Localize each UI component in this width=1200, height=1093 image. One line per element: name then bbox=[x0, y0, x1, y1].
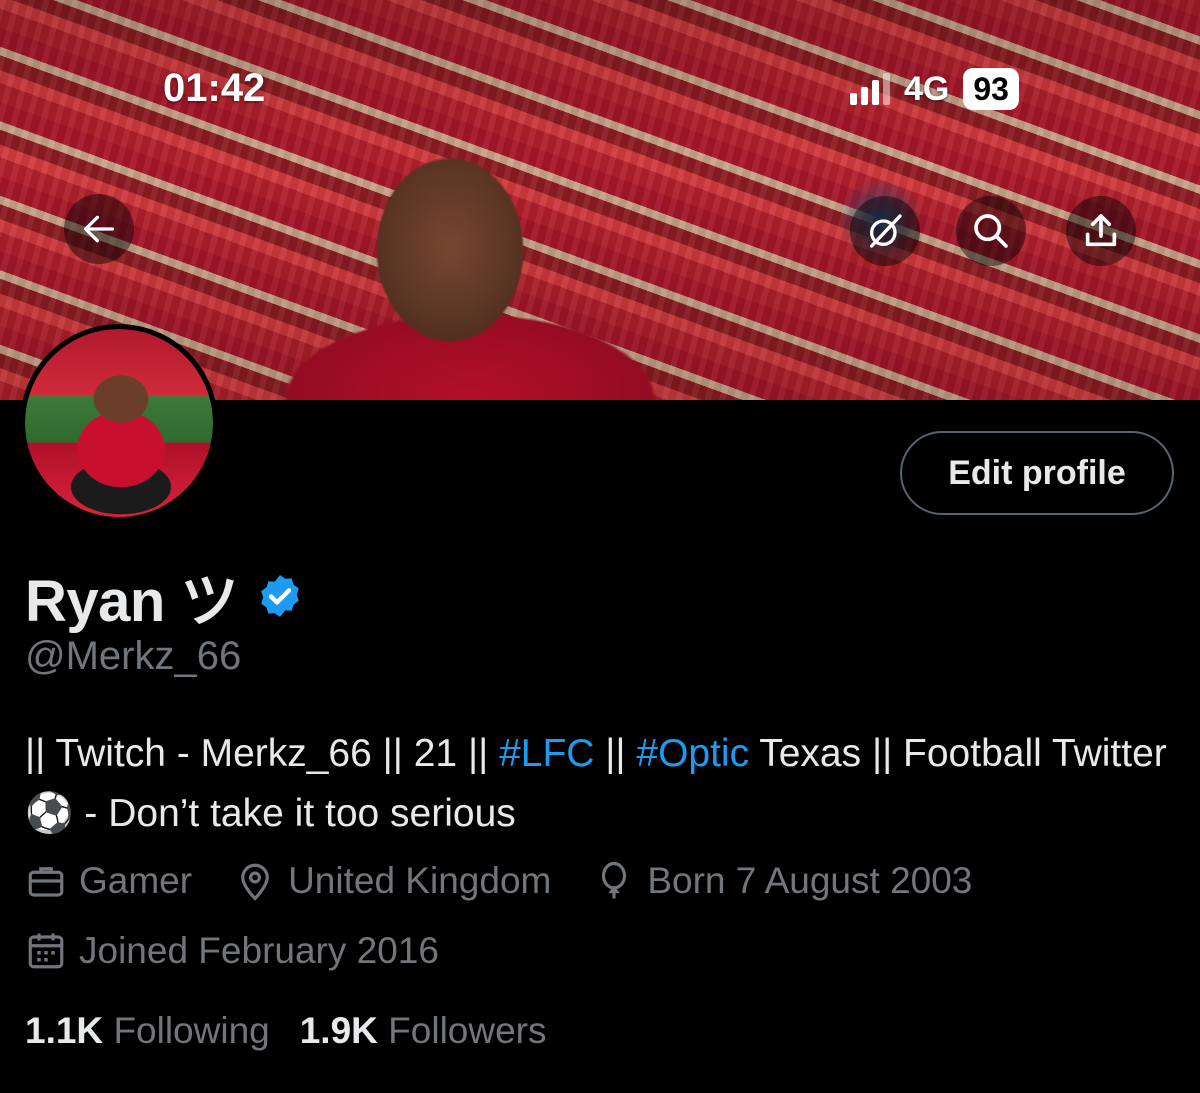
calendar-icon bbox=[28, 933, 64, 969]
grok-button[interactable] bbox=[850, 196, 920, 266]
follow-stats: 1.1K Following 1.9K Followers bbox=[25, 1010, 577, 1052]
display-name: Ryan ツ bbox=[25, 569, 238, 634]
following-link[interactable]: 1.1K Following bbox=[25, 1010, 270, 1052]
search-button[interactable] bbox=[956, 196, 1026, 266]
avatar-image bbox=[25, 329, 213, 517]
joined-text: Joined February 2016 bbox=[79, 930, 439, 971]
grok-icon bbox=[870, 214, 902, 248]
followers-count: 1.9K bbox=[299, 1010, 378, 1051]
birthday-text: Born 7 August 2003 bbox=[647, 860, 973, 901]
profile-banner[interactable] bbox=[0, 0, 1200, 400]
hashtag-link[interactable]: #Optic bbox=[636, 732, 749, 775]
following-count: 1.1K bbox=[25, 1010, 104, 1051]
search-icon bbox=[974, 214, 1008, 248]
joined-row: Joined February 2016 bbox=[25, 930, 481, 972]
share-icon bbox=[1085, 214, 1117, 247]
battery-level: 93 bbox=[963, 68, 1019, 110]
display-name-row: Ryan ツ bbox=[25, 554, 304, 638]
location-text: United Kingdom bbox=[288, 860, 552, 901]
status-indicators: 4G 93 bbox=[850, 68, 1019, 110]
bio-text: || Twitch - Merkz_66 || 21 || bbox=[25, 732, 500, 775]
edit-profile-button[interactable]: Edit profile bbox=[900, 431, 1174, 515]
joined-item: Joined February 2016 bbox=[25, 930, 439, 972]
hashtag-link[interactable]: #LFC bbox=[499, 732, 594, 775]
profile-meta-row: Gamer United Kingdom Born 7 August 2003 bbox=[25, 860, 1014, 902]
category-item: Gamer bbox=[25, 860, 192, 902]
followers-label: Followers bbox=[388, 1010, 547, 1051]
verified-badge-icon[interactable] bbox=[256, 572, 304, 620]
profile-avatar[interactable] bbox=[20, 324, 218, 522]
arrow-left-icon bbox=[84, 215, 115, 243]
briefcase-icon bbox=[28, 867, 64, 897]
user-handle: @Merkz_66 bbox=[25, 634, 242, 678]
back-button[interactable] bbox=[64, 194, 134, 264]
following-label: Following bbox=[113, 1010, 270, 1051]
followers-link[interactable]: 1.9K Followers bbox=[300, 1010, 547, 1052]
location-pin-icon bbox=[241, 863, 269, 901]
birthday-item: Born 7 August 2003 bbox=[593, 860, 972, 902]
network-type: 4G bbox=[904, 69, 950, 108]
category-text: Gamer bbox=[79, 860, 193, 901]
balloon-icon bbox=[602, 861, 627, 899]
status-time: 01:42 bbox=[163, 66, 266, 110]
share-button[interactable] bbox=[1066, 196, 1136, 266]
location-item: United Kingdom bbox=[234, 860, 551, 902]
cellular-signal-icon bbox=[850, 73, 890, 105]
profile-bio: || Twitch - Merkz_66 || 21 || #LFC || #O… bbox=[25, 724, 1175, 844]
bio-text: || bbox=[594, 732, 637, 775]
